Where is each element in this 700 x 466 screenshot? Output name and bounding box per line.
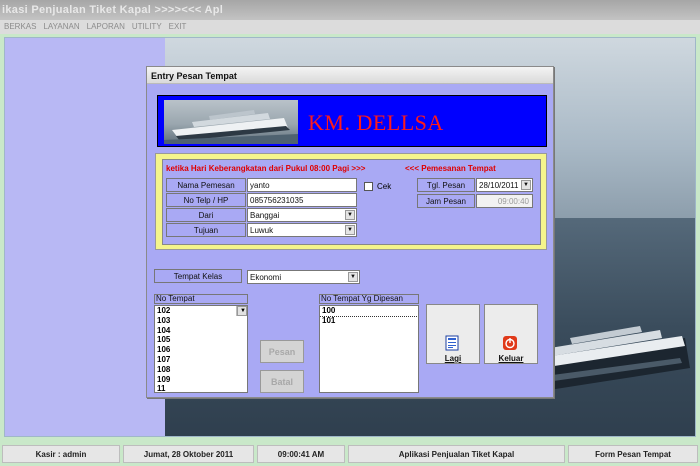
lagi-button-label: Lagi: [444, 354, 462, 363]
tgl-pesan-datepicker[interactable]: 28/10/2011 ▼: [476, 178, 533, 192]
list-item[interactable]: 102: [155, 306, 247, 316]
jam-pesan-input: 09:00:40: [476, 194, 533, 208]
entry-pesan-tempat-dialog: Entry Pesan Tempat KM. DELLSA ketika Har…: [146, 66, 554, 398]
tujuan-select[interactable]: Luwuk ▼: [247, 223, 357, 237]
no-tempat-list[interactable]: 102 103 104 105 106 107 108 109 11 ▲ ▼: [154, 305, 248, 393]
app-title-bar: ikasi Penjualan Tiket Kapal >>>><<< Apl: [0, 0, 700, 20]
cek-checkbox[interactable]: [364, 182, 373, 191]
status-time: 09:00:41 AM: [257, 445, 345, 463]
menu-laporan[interactable]: LAPORAN: [83, 20, 128, 31]
no-tempat-scrollbar[interactable]: ▲ ▼: [236, 306, 247, 316]
chevron-down-icon[interactable]: ▼: [345, 225, 355, 235]
list-item[interactable]: 106: [155, 345, 247, 355]
menu-utility[interactable]: UTILITY: [128, 20, 165, 31]
chevron-down-icon[interactable]: ▼: [521, 180, 531, 190]
banner-title: KM. DELLSA: [308, 110, 444, 135]
ship-banner: KM. DELLSA: [157, 95, 547, 147]
status-bar: Kasir : admin Jumat, 28 Oktober 2011 09:…: [0, 441, 700, 466]
tempat-kelas-label: Tempat Kelas: [154, 269, 242, 283]
form-refresh-icon: [445, 335, 459, 351]
status-app-name: Aplikasi Penjualan Tiket Kapal: [348, 445, 565, 463]
list-item[interactable]: 107: [155, 355, 247, 365]
status-form-name: Form Pesan Tempat: [568, 445, 698, 463]
tujuan-select-value: Luwuk: [250, 226, 274, 235]
scroll-down-icon[interactable]: ▼: [237, 306, 247, 316]
jam-pesan-label: Jam Pesan: [417, 194, 475, 208]
cek-label: Cek: [377, 182, 392, 191]
tgl-pesan-value: 28/10/2011: [479, 181, 519, 190]
tujuan-label: Tujuan: [166, 223, 246, 237]
tempat-kelas-value: Ekonomi: [250, 273, 282, 282]
list-item[interactable]: 105: [155, 335, 247, 345]
list-item[interactable]: 101: [320, 316, 418, 326]
nama-pemesan-input[interactable]: yanto: [247, 178, 357, 192]
ship-illustration-icon: [164, 110, 298, 144]
no-tempat-header: No Tempat: [154, 294, 248, 304]
keluar-button[interactable]: Keluar: [484, 304, 538, 364]
banner-ship-image: [164, 100, 298, 144]
no-telp-label: No Telp / HP: [166, 193, 246, 207]
list-item[interactable]: 103: [155, 316, 247, 326]
no-tempat-dipesan-header: No Tempat Yg Dipesan: [319, 294, 419, 304]
chevron-down-icon[interactable]: ▼: [348, 272, 358, 282]
mdi-left-panel: [5, 38, 165, 436]
pemesan-form: ketika Hari Keberangkatan dari Pukul 08:…: [162, 159, 541, 245]
list-item[interactable]: 11: [155, 384, 247, 392]
power-icon: [503, 336, 517, 350]
menu-exit[interactable]: EXIT: [165, 20, 190, 31]
notice-left: ketika Hari Keberangkatan dari Pukul 08:…: [166, 164, 366, 173]
dialog-title-bar[interactable]: Entry Pesan Tempat: [147, 67, 553, 84]
keluar-button-label: Keluar: [498, 354, 524, 363]
status-date: Jumat, 28 Oktober 2011: [123, 445, 254, 463]
menu-bar: BERKAS LAYANAN LAPORAN UTILITY EXIT: [0, 20, 700, 34]
status-kasir: Kasir : admin: [2, 445, 120, 463]
notice-right: <<< Pemesanan Tempat: [405, 164, 496, 173]
list-item[interactable]: 104: [155, 326, 247, 336]
dari-select[interactable]: Banggai ▼: [247, 208, 357, 222]
dialog-title: Entry Pesan Tempat: [151, 71, 237, 81]
pemesan-panel: ketika Hari Keberangkatan dari Pukul 08:…: [155, 153, 547, 250]
list-item[interactable]: 108: [155, 365, 247, 375]
list-item[interactable]: 100: [320, 306, 418, 317]
tgl-pesan-label: Tgl. Pesan: [417, 178, 475, 192]
nama-pemesan-label: Nama Pemesan: [166, 178, 246, 192]
no-telp-input[interactable]: 085756231035: [247, 193, 357, 207]
dari-label: Dari: [166, 208, 246, 222]
app-title: ikasi Penjualan Tiket Kapal >>>><<< Apl: [2, 4, 224, 16]
menu-berkas[interactable]: BERKAS: [0, 20, 39, 31]
batal-button[interactable]: Batal: [260, 370, 304, 393]
dari-select-value: Banggai: [250, 211, 280, 220]
chevron-down-icon[interactable]: ▼: [345, 210, 355, 220]
lagi-button[interactable]: Lagi: [426, 304, 480, 364]
pesan-button[interactable]: Pesan: [260, 340, 304, 363]
tempat-kelas-select[interactable]: Ekonomi ▼: [247, 270, 360, 284]
list-item[interactable]: 109: [155, 375, 247, 385]
no-tempat-dipesan-list[interactable]: 100 101: [319, 305, 419, 393]
menu-layanan[interactable]: LAYANAN: [39, 20, 82, 31]
